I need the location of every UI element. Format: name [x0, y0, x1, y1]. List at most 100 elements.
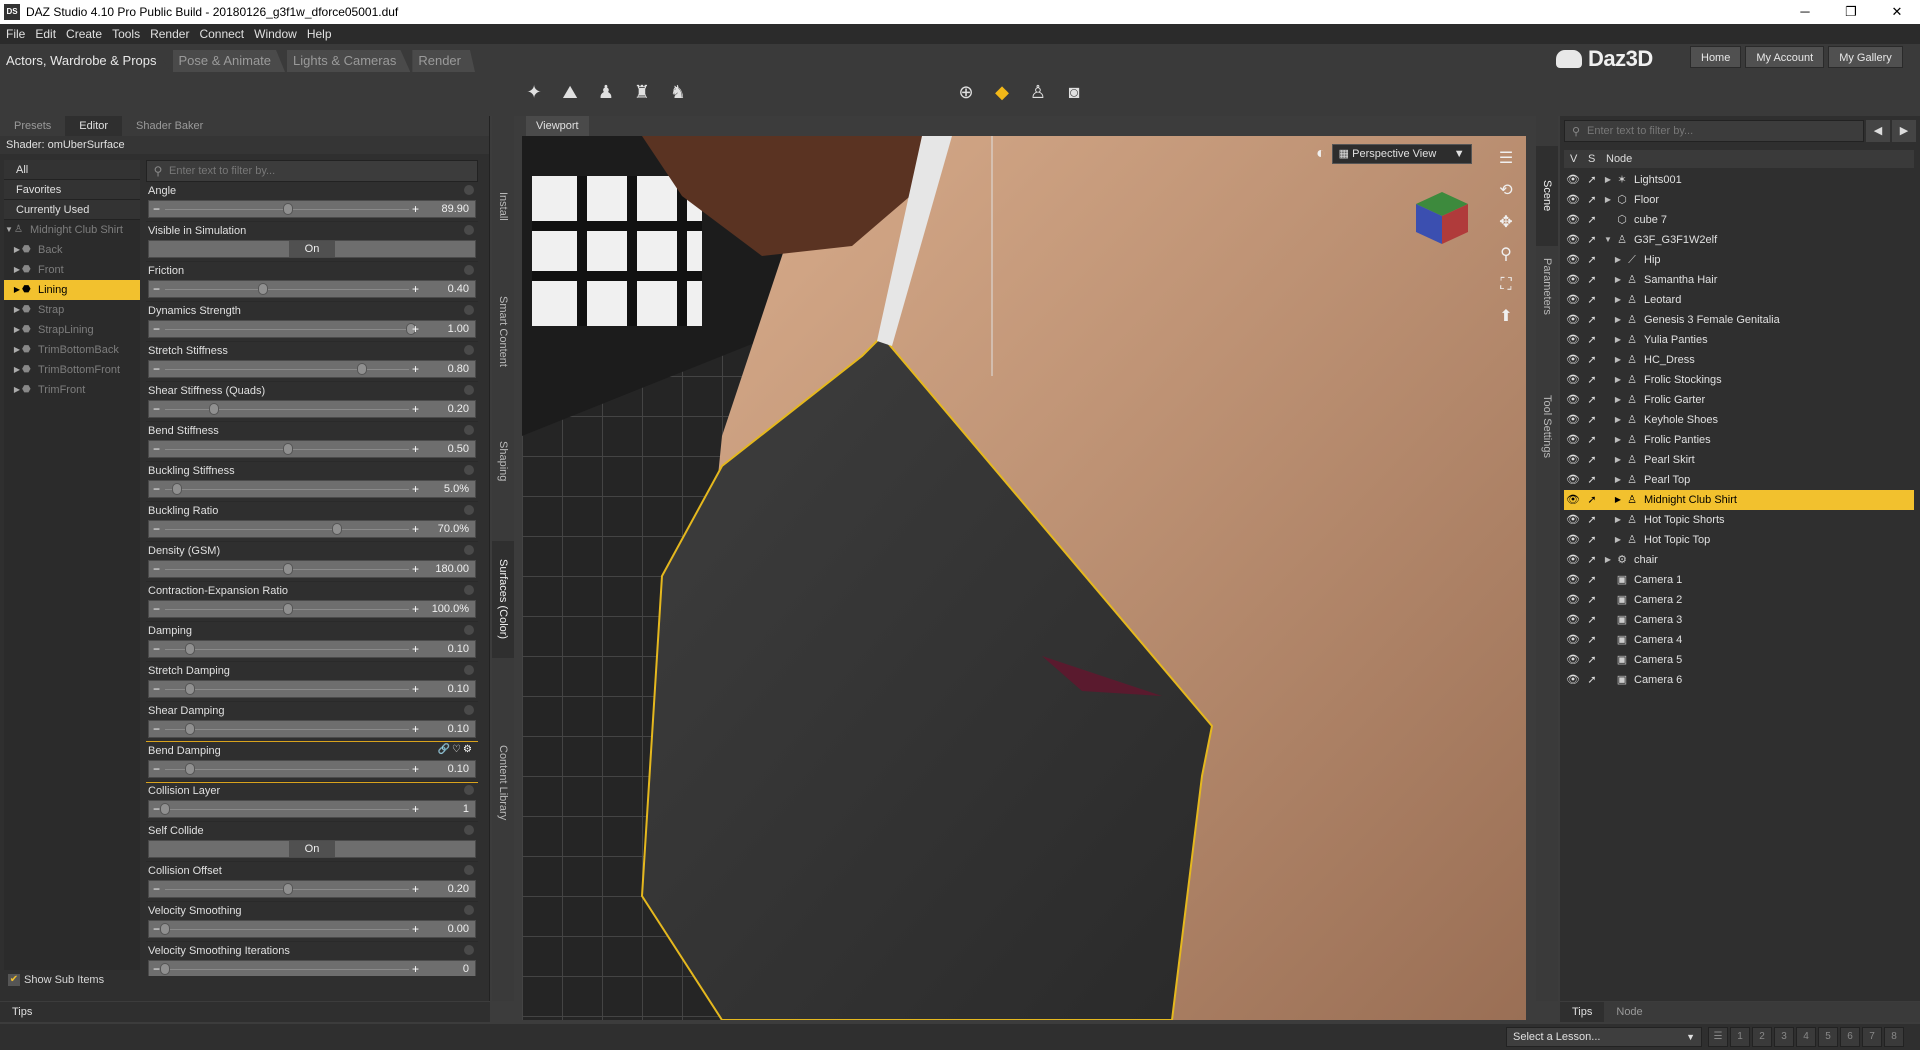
increment-icon[interactable]: + [412, 521, 419, 537]
decrement-icon[interactable]: − [153, 761, 160, 777]
increment-icon[interactable]: + [412, 881, 419, 897]
decrement-icon[interactable]: − [153, 361, 160, 377]
forward-arrow-icon[interactable]: ▶ [1892, 120, 1916, 142]
selectable-arrow-icon[interactable]: ➚ [1582, 270, 1602, 290]
surface-item-trimfront[interactable]: ▶ ⬣ TrimFront [4, 380, 140, 400]
surface-item-front[interactable]: ▶ ⬣ Front [4, 260, 140, 280]
expand-arrow-icon[interactable]: ▶ [12, 260, 22, 280]
slider-knob[interactable] [172, 483, 183, 495]
expand-arrow-icon[interactable]: ▶ [12, 340, 22, 360]
universal-tool-icon[interactable]: ⊕ [952, 78, 980, 106]
scene-node-frolic-panties[interactable]: 👁 ➚ ▶ ♙ Frolic Panties [1564, 430, 1914, 450]
expand-arrow-icon[interactable]: ▶ [1612, 410, 1624, 430]
scene-node-frolic-stockings[interactable]: 👁 ➚ ▶ ♙ Frolic Stockings [1564, 370, 1914, 390]
visibility-eye-icon[interactable]: 👁 [1564, 610, 1582, 630]
prop-tool-icon[interactable]: ♞ [664, 78, 692, 106]
visibility-eye-icon[interactable]: 👁 [1564, 390, 1582, 410]
surface-selection-tool-icon[interactable]: ◆ [988, 78, 1016, 106]
decrement-icon[interactable]: − [153, 321, 160, 337]
increment-icon[interactable]: + [412, 681, 419, 697]
property-settings-icon[interactable] [464, 825, 474, 835]
scene-node-hot-topic-shorts[interactable]: 👁 ➚ ▶ ♙ Hot Topic Shorts [1564, 510, 1914, 530]
category-all[interactable]: All [4, 160, 140, 180]
column-s[interactable]: S [1582, 150, 1600, 168]
tab-tips-left[interactable]: Tips [0, 1002, 490, 1022]
selectable-arrow-icon[interactable]: ➚ [1582, 250, 1602, 270]
visibility-eye-icon[interactable]: 👁 [1564, 370, 1582, 390]
expand-arrow-icon[interactable]: ▶ [1612, 270, 1624, 290]
surface-item-back[interactable]: ▶ ⬣ Back [4, 240, 140, 260]
lesson-step-6[interactable]: 6 [1840, 1027, 1860, 1047]
decrement-icon[interactable]: − [153, 201, 160, 217]
visibility-eye-icon[interactable]: 👁 [1564, 230, 1582, 250]
expand-arrow-icon[interactable]: ▶ [12, 280, 22, 300]
scene-node-yulia-panties[interactable]: 👁 ➚ ▶ ♙ Yulia Panties [1564, 330, 1914, 350]
property-settings-icon[interactable] [464, 305, 474, 315]
property-settings-icon[interactable] [464, 705, 474, 715]
vtab-tool-settings[interactable]: Tool Settings [1536, 376, 1558, 476]
property-settings-icon[interactable] [464, 545, 474, 555]
vtab-surfaces-color[interactable]: Surfaces (Color) [492, 541, 514, 658]
visibility-eye-icon[interactable]: 👁 [1564, 530, 1582, 550]
lesson-select[interactable]: Select a Lesson... ▼ [1506, 1027, 1702, 1047]
zoom-icon[interactable]: ⚲ [1500, 244, 1512, 264]
column-v[interactable]: V [1564, 150, 1582, 168]
property-slider[interactable]: − +1.00 [148, 320, 476, 338]
property-slider[interactable]: − +70.0% [148, 520, 476, 538]
orbit-icon[interactable]: ⟲ [1499, 180, 1512, 200]
room-tab-actors-wardrobe-props[interactable]: Actors, Wardrobe & Props [0, 50, 171, 72]
property-settings-icon[interactable] [464, 905, 474, 915]
increment-icon[interactable]: + [412, 561, 419, 577]
property-slider[interactable]: − +0.10 [148, 680, 476, 698]
selectable-arrow-icon[interactable]: ➚ [1582, 230, 1602, 250]
selectable-arrow-icon[interactable]: ➚ [1582, 370, 1602, 390]
property-toggle[interactable]: On [148, 840, 476, 858]
vtab-smart-content[interactable]: Smart Content [492, 286, 514, 377]
expand-arrow-icon[interactable]: ▶ [12, 380, 22, 400]
property-settings-icon[interactable] [464, 185, 474, 195]
vtab-install[interactable]: Install [492, 167, 514, 245]
visibility-eye-icon[interactable]: 👁 [1564, 310, 1582, 330]
column-node[interactable]: Node [1600, 150, 1632, 168]
scene-node-genesis-3-female-genitalia[interactable]: 👁 ➚ ▶ ♙ Genesis 3 Female Genitalia [1564, 310, 1914, 330]
decrement-icon[interactable]: − [153, 881, 160, 897]
visibility-eye-icon[interactable]: 👁 [1564, 510, 1582, 530]
selectable-arrow-icon[interactable]: ➚ [1582, 330, 1602, 350]
tab-node-right[interactable]: Node [1604, 1002, 1654, 1022]
selectable-arrow-icon[interactable]: ➚ [1582, 430, 1602, 450]
decrement-icon[interactable]: − [153, 281, 160, 297]
lesson-step-3[interactable]: 3 [1774, 1027, 1794, 1047]
minimize-button[interactable]: ─ [1782, 0, 1828, 24]
expand-arrow-icon[interactable]: ▶ [1612, 290, 1624, 310]
my-account-button[interactable]: My Account [1745, 46, 1825, 68]
selectable-arrow-icon[interactable]: ➚ [1582, 390, 1602, 410]
property-slider[interactable]: − +89.90 [148, 200, 476, 218]
home-button[interactable]: Home [1690, 46, 1742, 68]
expand-arrow-icon[interactable]: ▶ [12, 240, 22, 260]
menu-window[interactable]: Window [254, 27, 297, 41]
expand-arrow-icon[interactable]: ▶ [1602, 190, 1614, 210]
increment-icon[interactable]: + [412, 321, 419, 337]
menu-edit[interactable]: Edit [35, 27, 56, 41]
property-options-icon[interactable]: 🔗♡⚙ [438, 744, 474, 755]
property-settings-icon[interactable] [464, 385, 474, 395]
property-slider[interactable]: − +0.10 [148, 760, 476, 778]
expand-arrow-icon[interactable]: ▶ [1612, 350, 1624, 370]
category-currently-used[interactable]: Currently Used [4, 200, 140, 220]
selectable-arrow-icon[interactable]: ➚ [1582, 510, 1602, 530]
property-slider[interactable]: − +180.00 [148, 560, 476, 578]
menu-render[interactable]: Render [150, 27, 189, 41]
view-cube-icon[interactable] [1412, 188, 1472, 248]
scene-node-g3f-g3f1w2elf[interactable]: 👁 ➚ ▼ ♙ G3F_G3F1W2elf [1564, 230, 1914, 250]
selectable-arrow-icon[interactable]: ➚ [1582, 410, 1602, 430]
scene-filter-input[interactable]: ⚲ Enter text to filter by... [1564, 120, 1864, 142]
figure-tool-icon[interactable]: ♟ [592, 78, 620, 106]
increment-icon[interactable]: + [412, 281, 419, 297]
selectable-arrow-icon[interactable]: ➚ [1582, 290, 1602, 310]
selectable-arrow-icon[interactable]: ➚ [1582, 170, 1602, 190]
visibility-eye-icon[interactable]: 👁 [1564, 270, 1582, 290]
room-tab-render[interactable]: Render [412, 50, 475, 72]
slider-knob[interactable] [184, 683, 195, 695]
category-favorites[interactable]: Favorites [4, 180, 140, 200]
menu-tools[interactable]: Tools [112, 27, 140, 41]
